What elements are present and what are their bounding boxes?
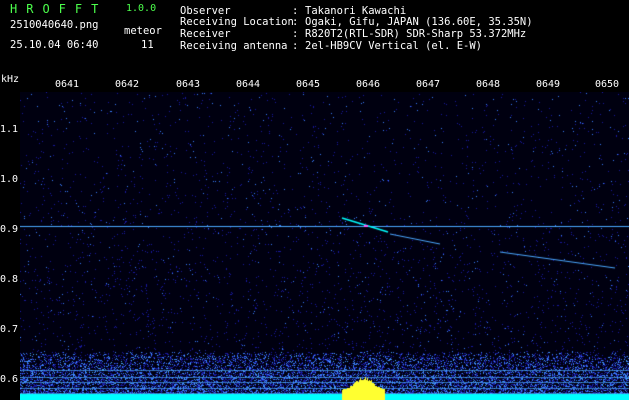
time-tick-label: 0648 — [475, 79, 501, 90]
app-name: HROFFT — [10, 2, 108, 16]
spectrogram-plot — [20, 92, 629, 400]
header: HROFFT 1.0.0 2510040640.png 25.10.04 06:… — [0, 0, 629, 76]
time-tick-label: 0646 — [355, 79, 381, 90]
frequency-tick-label: 1.1 — [0, 124, 19, 135]
time-tick-label: 0650 — [594, 79, 620, 90]
time-tick-label: 0645 — [295, 79, 321, 90]
time-tick-label: 0642 — [114, 79, 140, 90]
time-tick-label: 0644 — [235, 79, 261, 90]
frequency-tick-label: 0.7 — [0, 324, 19, 335]
antenna-separator: : — [292, 40, 299, 52]
frequency-tick-label: 1.0 — [0, 174, 19, 185]
frequency-tick-label: 0.6 — [0, 374, 19, 385]
receiver-separator: : — [292, 28, 299, 40]
antenna-label: Receiving antenna — [180, 40, 288, 52]
location-value: Ogaki, Gifu, JAPAN (136.60E, 35.35N) — [305, 16, 533, 28]
file-name: 2510040640.png — [10, 19, 99, 31]
time-tick-label: 0641 — [54, 79, 80, 90]
meteor-count-label: meteor — [124, 25, 162, 37]
frequency-tick-label: 0.9 — [0, 224, 19, 235]
app-version: 1.0.0 — [126, 3, 157, 14]
capture-datetime: 25.10.04 06:40 — [10, 39, 99, 51]
time-tick-label: 0647 — [415, 79, 441, 90]
frequency-unit-label: kHz — [1, 74, 20, 85]
meteor-count-value: 11 — [141, 39, 154, 51]
time-tick-label: 0643 — [175, 79, 201, 90]
time-tick-label: 0649 — [535, 79, 561, 90]
antenna-value: 2el-HB9CV Vertical (el. E-W) — [305, 40, 483, 52]
location-separator: : — [292, 16, 299, 28]
receiver-label: Receiver — [180, 28, 231, 40]
frequency-tick-label: 0.8 — [0, 274, 19, 285]
receiver-value: R820T2(RTL-SDR) SDR-Sharp 53.372MHz — [305, 28, 527, 40]
waterfall-canvas — [20, 92, 629, 400]
location-label: Receiving Location — [180, 16, 294, 28]
